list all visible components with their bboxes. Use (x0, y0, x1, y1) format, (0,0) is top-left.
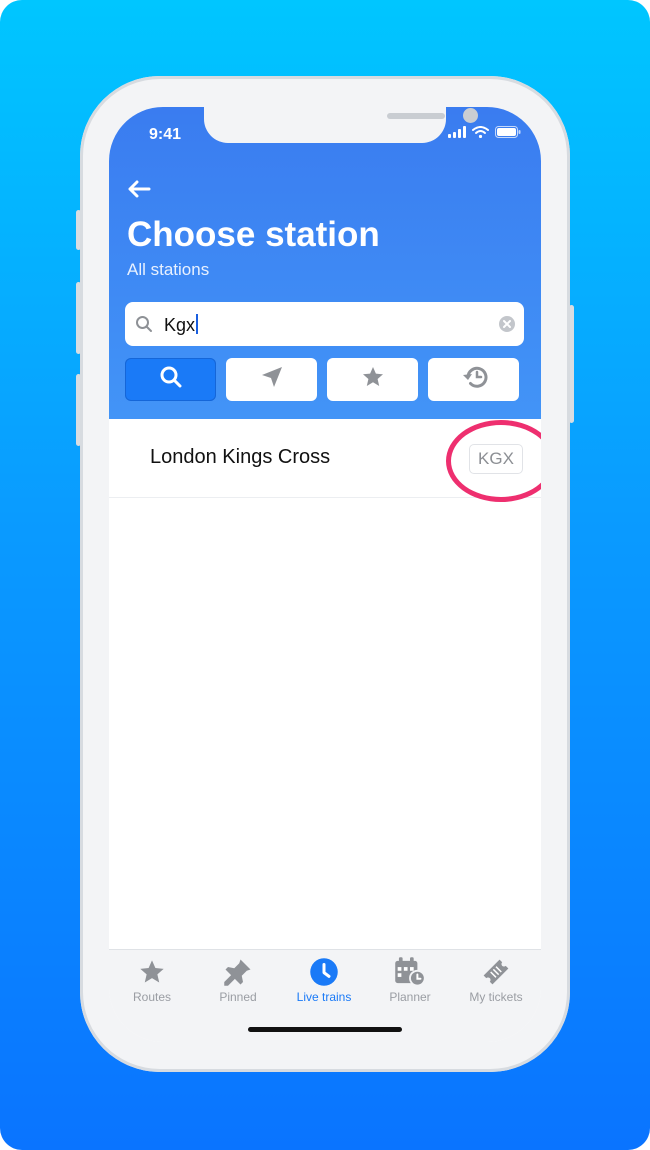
station-name: London Kings Cross (150, 446, 331, 468)
location-arrow-icon (260, 365, 284, 394)
app-screen: 9:41 Choose station All stations Kgx Lon… (109, 107, 541, 1042)
filter-search-button[interactable] (125, 358, 216, 401)
signal-icon (448, 125, 466, 143)
search-input-value: Kgx (164, 315, 196, 335)
star-icon (109, 956, 195, 988)
tab-my-tickets[interactable]: My tickets (453, 956, 539, 1004)
status-time: 9:41 (149, 126, 182, 143)
notch (204, 107, 478, 143)
ticket-icon (453, 956, 539, 988)
tab-pinned[interactable]: Pinned (195, 956, 281, 1004)
camera (463, 108, 478, 123)
search-field[interactable]: Kgx (125, 302, 524, 346)
back-arrow-icon[interactable] (125, 175, 153, 203)
search-input[interactable]: Kgx (164, 314, 199, 336)
history-icon (460, 365, 488, 394)
filter-nearby-button[interactable] (226, 358, 317, 401)
battery-icon (495, 125, 521, 143)
tab-routes[interactable]: Routes (109, 956, 195, 1004)
header: 9:41 Choose station All stations Kgx (109, 107, 541, 419)
star-icon (361, 365, 385, 394)
clear-icon[interactable] (498, 315, 516, 338)
filter-favourites-button[interactable] (327, 358, 418, 401)
page-title: Choose station (127, 215, 380, 254)
speaker (387, 113, 445, 119)
tab-label: Planner (389, 990, 431, 1004)
pin-icon (195, 956, 281, 988)
tab-label: My tickets (469, 990, 523, 1004)
tab-live-trains[interactable]: Live trains (281, 956, 367, 1004)
search-icon (135, 315, 153, 338)
filter-recent-button[interactable] (428, 358, 519, 401)
calendar-icon (367, 956, 453, 988)
tab-label: Pinned (219, 990, 257, 1004)
background: 9:41 Choose station All stations Kgx Lon… (0, 0, 650, 1150)
tab-label: Routes (132, 990, 172, 1004)
search-icon (159, 365, 183, 394)
filter-buttons (125, 358, 519, 401)
clock-icon (281, 956, 367, 988)
home-indicator[interactable] (248, 1027, 402, 1032)
tab-label: Live trains (296, 990, 352, 1004)
tab-planner[interactable]: Planner (367, 956, 453, 1004)
page-subtitle[interactable]: All stations (127, 260, 209, 280)
status-icons (448, 125, 521, 143)
wifi-icon (472, 125, 489, 143)
text-caret (196, 314, 199, 334)
